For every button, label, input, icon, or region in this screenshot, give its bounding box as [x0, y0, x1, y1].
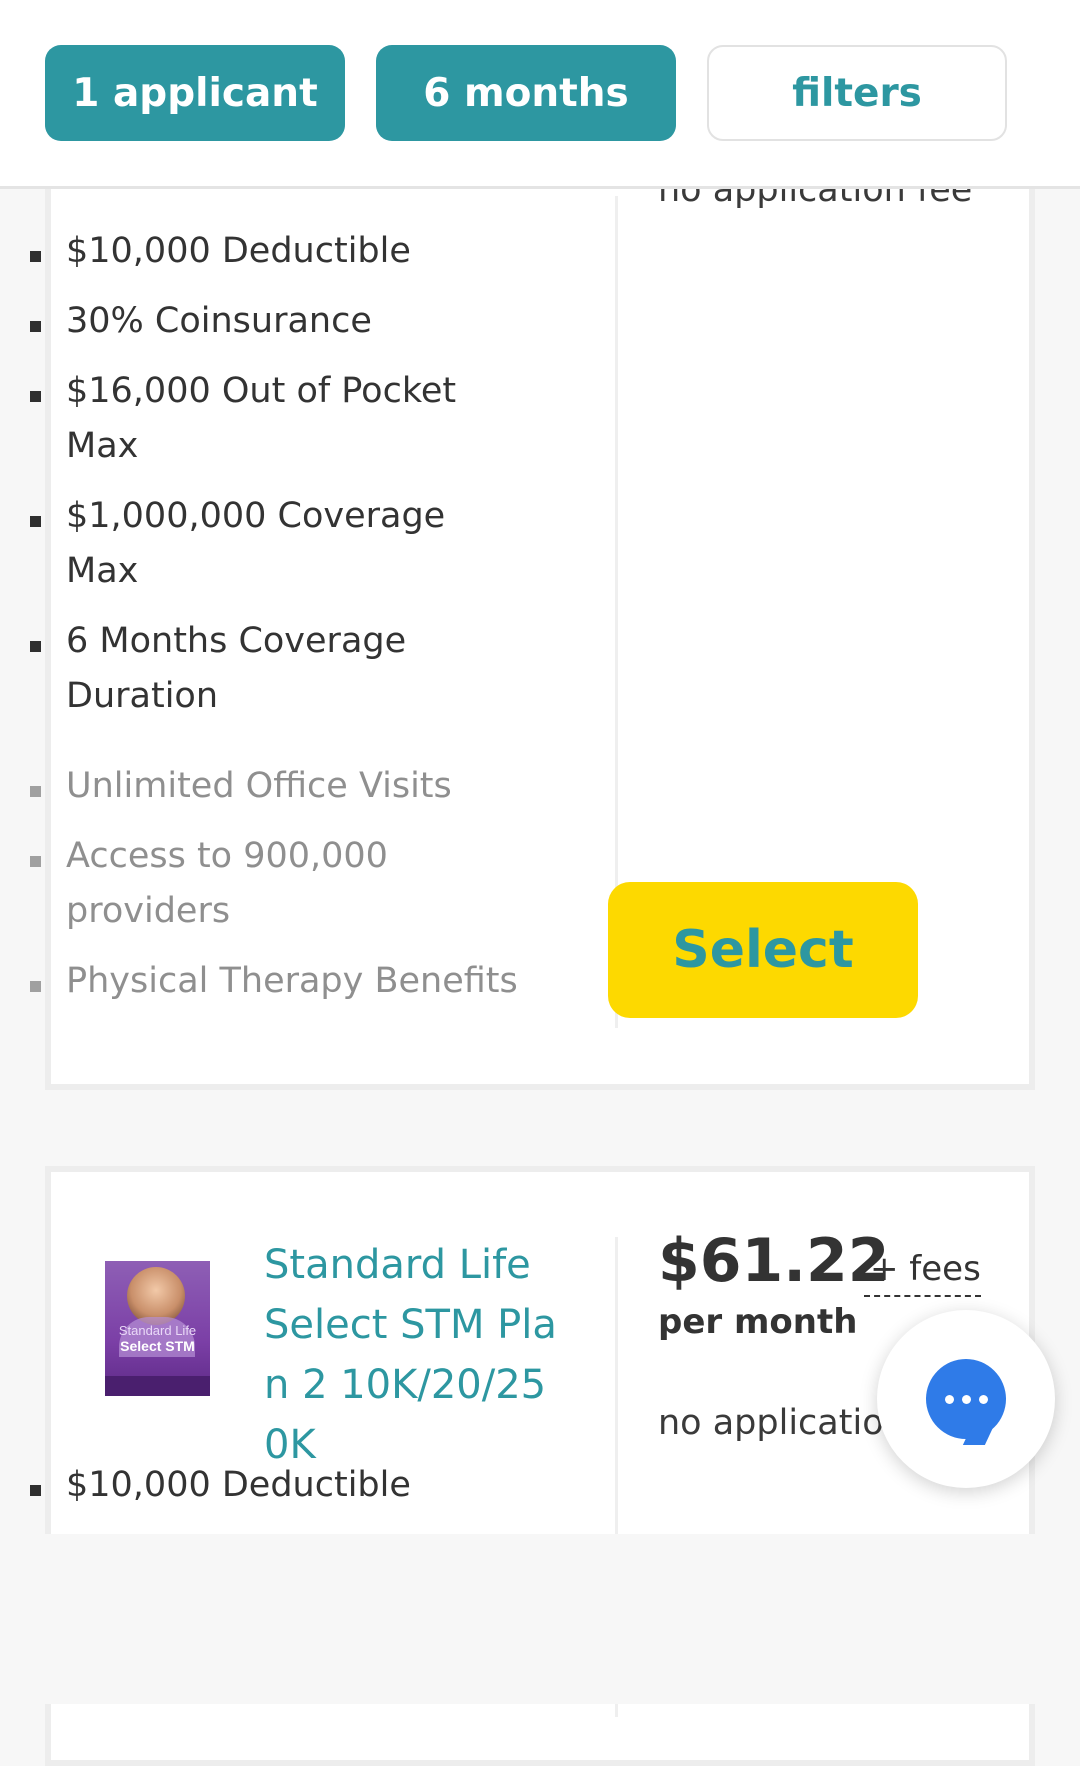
- brochure-product: Select STM: [120, 1338, 195, 1354]
- filter-bar: 1 applicant 6 months filters: [0, 0, 1080, 189]
- plan-name-link[interactable]: Standard Life Select STM Plan 2 10K/20/2…: [264, 1235, 564, 1475]
- filters-button[interactable]: filters: [707, 45, 1007, 141]
- plan-brochure-image[interactable]: Standard Life Select STM: [105, 1261, 210, 1396]
- feature-deductible: $10,000 Deductible: [0, 224, 520, 279]
- chat-bubble-icon: [926, 1359, 1006, 1439]
- benefit-office-visits: Unlimited Office Visits: [0, 759, 520, 814]
- chat-button[interactable]: [877, 1310, 1055, 1488]
- feature-out-of-pocket-max: $16,000 Out of Pocket Max: [0, 364, 520, 474]
- benefit-provider-access: Access to 900,000 providers: [0, 829, 520, 939]
- plan-price: $61.22: [658, 1226, 890, 1296]
- application-fee-note: no application: [658, 1403, 906, 1443]
- feature-coverage-max: $1,000,000 Coverage Max: [0, 489, 520, 599]
- applicants-filter-button[interactable]: 1 applicant: [45, 45, 345, 141]
- fees-tooltip-link[interactable]: + fees: [864, 1249, 981, 1297]
- plan-1-features: $10,000 Deductible 30% Coinsurance $16,0…: [0, 224, 520, 739]
- select-plan-button[interactable]: Select: [608, 882, 918, 1018]
- feature-coinsurance: 30% Coinsurance: [0, 294, 520, 349]
- feature-deductible: $10,000 Deductible: [0, 1458, 520, 1513]
- plan-2-features: $10,000 Deductible: [0, 1458, 520, 1528]
- price-period: per month: [658, 1302, 858, 1342]
- plan-1-extra-benefits: Unlimited Office Visits Access to 900,00…: [0, 759, 520, 1024]
- brochure-brand: Standard Life: [118, 1323, 197, 1338]
- benefit-physical-therapy: Physical Therapy Benefits: [0, 954, 520, 1009]
- feature-coverage-duration: 6 Months Coverage Duration: [0, 614, 520, 724]
- duration-filter-button[interactable]: 6 months: [376, 45, 676, 141]
- page-bottom-area: [0, 1534, 1080, 1704]
